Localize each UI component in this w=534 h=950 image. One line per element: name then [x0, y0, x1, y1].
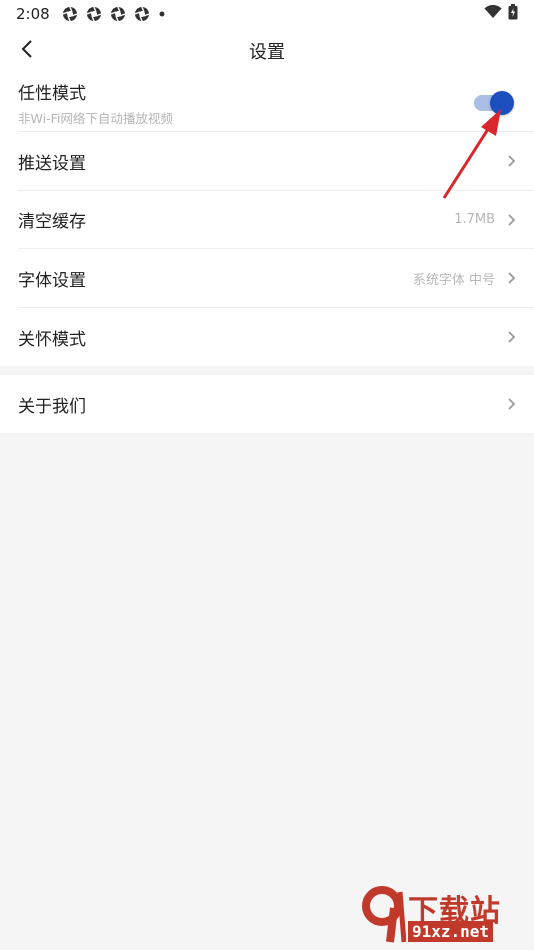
setting-row-wilful-mode: 任性模式 非Wi-Fi网络下自动播放视频 [18, 74, 534, 132]
page-title: 设置 [249, 42, 285, 63]
setting-description: 非Wi-Fi网络下自动播放视频 [18, 110, 173, 126]
setting-label: 字体设置 [18, 270, 86, 291]
setting-text: 任性模式 非Wi-Fi网络下自动播放视频 [18, 79, 173, 127]
chevron-right-icon [507, 213, 516, 227]
autoplay-toggle[interactable] [474, 90, 514, 115]
chevron-right-icon [507, 330, 516, 344]
chevron-left-icon [20, 39, 34, 63]
wifi-icon [484, 4, 502, 23]
status-system-icons [484, 4, 518, 24]
status-bar: 2:08 [0, 0, 534, 28]
toggle-knob [490, 90, 514, 115]
setting-row-clear-cache[interactable]: 清空缓存 1.7MB [18, 191, 534, 249]
aperture-icon [62, 6, 78, 22]
watermark-url: 91xz.net [408, 921, 494, 942]
setting-label: 关怀模式 [18, 329, 86, 350]
setting-row-about[interactable]: 关于我们 [18, 375, 534, 433]
cache-size-value: 1.7MB [454, 212, 495, 227]
aperture-icon [86, 6, 102, 22]
chevron-right-icon [507, 397, 516, 411]
settings-group: 任性模式 非Wi-Fi网络下自动播放视频 推送设置 清空缓存 1.7MB 字体设… [0, 74, 534, 366]
about-group: 关于我们 [0, 375, 534, 433]
setting-label: 关于我们 [18, 396, 86, 417]
aperture-icon [110, 6, 126, 22]
dot-icon [158, 10, 166, 18]
watermark-logo: 下载站 91xz.net [360, 886, 530, 946]
battery-icon [508, 4, 518, 24]
setting-label: 任性模式 [18, 83, 86, 104]
font-setting-value: 系统字体 中号 [412, 272, 495, 288]
setting-label: 清空缓存 [18, 212, 86, 232]
status-notification-icons [62, 6, 166, 22]
navigation-header: 设置 [0, 28, 534, 74]
setting-label: 推送设置 [18, 153, 86, 174]
aperture-icon [134, 6, 150, 22]
chevron-right-icon [507, 271, 516, 285]
setting-row-care-mode[interactable]: 关怀模式 [18, 308, 534, 366]
watermark-emblem-icon [362, 886, 406, 943]
setting-row-font[interactable]: 字体设置 系统字体 中号 [18, 249, 534, 308]
status-time: 2:08 [16, 5, 50, 23]
setting-row-push[interactable]: 推送设置 [18, 132, 534, 191]
back-button[interactable] [12, 36, 42, 66]
chevron-right-icon [507, 154, 516, 168]
